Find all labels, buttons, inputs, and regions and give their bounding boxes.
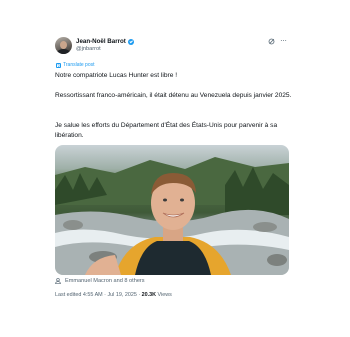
photo-rock [63, 220, 83, 230]
tweet-header: Jean-Noël Barrot @jnbarrot ··· [50, 30, 300, 60]
grok-icon[interactable] [268, 38, 275, 45]
photo-eye-right [180, 198, 184, 202]
post-photo[interactable] [55, 145, 289, 275]
author-name[interactable]: Jean-Noël Barrot [76, 38, 126, 45]
photo-rock [253, 222, 277, 232]
author-handle[interactable]: @jnbarrot [76, 46, 101, 52]
translate-label: Translate post [63, 62, 95, 68]
avatar-face [60, 41, 67, 49]
photo-rock [267, 254, 287, 266]
avatar-suit [57, 49, 70, 54]
post-text-line-2: Ressortissant franco-américain, il était… [55, 92, 292, 99]
author-name-row[interactable]: Jean-Noël Barrot [76, 38, 134, 45]
avatar[interactable] [55, 37, 72, 54]
post-time[interactable]: 4:55 AM [83, 292, 103, 298]
verified-badge-icon [127, 38, 134, 45]
post-text-line-1: Notre compatriote Lucas Hunter est libre… [55, 72, 178, 79]
post-date[interactable]: Jul 19, 2025 [107, 292, 136, 298]
photo-scene [55, 157, 289, 275]
views-label: Views [157, 292, 172, 298]
edited-prefix[interactable]: Last edited [55, 292, 81, 298]
liked-by[interactable]: Emmanuel Macron and 8 others [55, 278, 145, 284]
photo-eye-left [163, 198, 167, 202]
tweet-card: Jean-Noël Barrot @jnbarrot ··· 文 Transla… [50, 30, 300, 298]
translate-link[interactable]: 文 Translate post [56, 62, 95, 68]
more-options-icon[interactable]: ··· [280, 37, 287, 45]
post-meta: Last edited 4:55 AM · Jul 19, 2025 · 20.… [55, 292, 172, 298]
person-icon [55, 278, 61, 284]
views-count[interactable]: 20.3K [142, 292, 156, 298]
liked-by-text: Emmanuel Macron and 8 others [65, 278, 145, 284]
post-text-line-3: Je salue les efforts du Département d'Ét… [55, 122, 278, 139]
translate-icon: 文 [56, 62, 61, 68]
